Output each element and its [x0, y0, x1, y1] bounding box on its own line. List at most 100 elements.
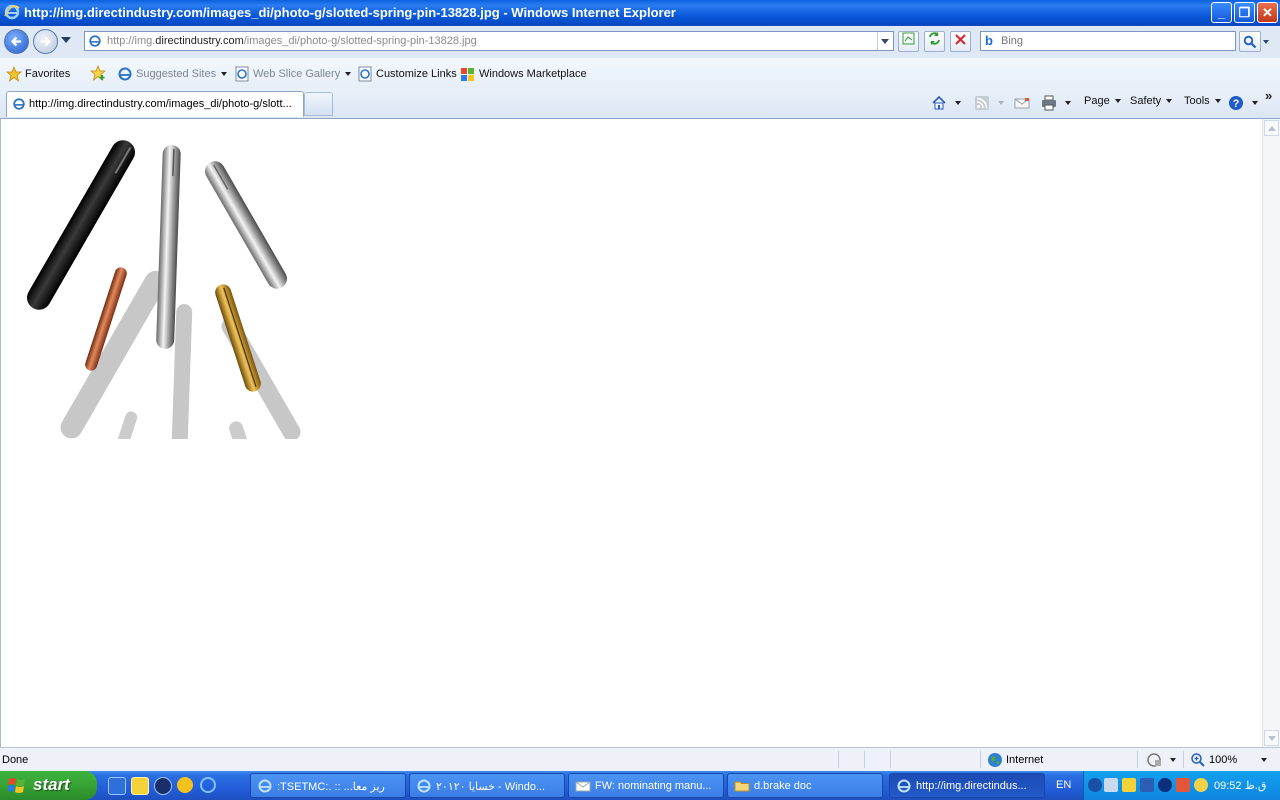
- caret-down-icon: [1252, 101, 1258, 105]
- search-input[interactable]: [1001, 33, 1221, 49]
- ie-icon: [897, 779, 911, 793]
- zoom-control[interactable]: 100%: [1190, 752, 1268, 768]
- quicklaunch-media-player-icon[interactable]: [154, 777, 172, 795]
- read-mail-button[interactable]: [1014, 95, 1033, 111]
- taskbar-button-tsetmc[interactable]: :TSETMC:. :: ...ریز معا: [250, 773, 406, 798]
- safety-menu[interactable]: Safety: [1130, 95, 1173, 107]
- ie-page-icon: [358, 66, 372, 82]
- search-icon: [1243, 35, 1257, 49]
- forward-button[interactable]: [33, 29, 58, 54]
- address-dropdown-icon[interactable]: [877, 32, 893, 50]
- page-content: [0, 119, 1262, 747]
- add-to-favorites-bar-button[interactable]: [90, 65, 109, 81]
- bing-icon: b: [985, 33, 993, 48]
- page-icon: [13, 98, 25, 110]
- clock[interactable]: 09:52 ق.ظ: [1214, 779, 1266, 792]
- customize-links-link[interactable]: Customize Links: [357, 66, 457, 82]
- status-bar: Done Internet 100%: [0, 747, 1280, 771]
- scroll-down-arrow-icon[interactable]: [1264, 730, 1279, 746]
- start-label: start: [33, 775, 70, 794]
- add-favorite-star-icon: [90, 65, 106, 81]
- search-box[interactable]: b: [980, 31, 1236, 51]
- vertical-scrollbar[interactable]: [1262, 119, 1280, 747]
- stop-icon: [955, 34, 966, 45]
- search-button[interactable]: [1239, 31, 1261, 52]
- taskbar-button-ie-window[interactable]: خسایا ۲۰۱۲۰ - Windo...: [409, 773, 565, 798]
- close-window-button[interactable]: ✕: [1257, 2, 1278, 23]
- security-zone[interactable]: Internet: [987, 752, 1043, 768]
- refresh-button[interactable]: [924, 31, 945, 52]
- tray-app-icon[interactable]: [1140, 778, 1154, 792]
- back-button[interactable]: [4, 29, 29, 54]
- status-divider: [980, 751, 981, 768]
- quicklaunch-ie-icon[interactable]: [200, 777, 216, 793]
- language-indicator[interactable]: EN: [1056, 779, 1071, 791]
- caret-down-icon: [1114, 99, 1121, 104]
- quicklaunch-messenger-icon[interactable]: [131, 777, 149, 795]
- print-button[interactable]: [1041, 95, 1071, 111]
- tray-security-icon[interactable]: [1176, 778, 1190, 792]
- svg-text:?: ?: [1233, 98, 1240, 110]
- quicklaunch-outlook-icon[interactable]: [108, 777, 126, 795]
- refresh-icon: [929, 32, 940, 45]
- status-divider: [838, 751, 839, 768]
- compatibility-view-button[interactable]: [898, 31, 919, 52]
- taskbar: start :TSETMC:. :: ...ریز معا خسایا ۲۰۱۲…: [0, 771, 1280, 800]
- silver-spring-pin: [205, 161, 287, 289]
- status-divider: [1137, 751, 1138, 768]
- caret-down-icon: [1166, 99, 1173, 104]
- tab-row: http://img.directindustry.com/images_di/…: [0, 88, 1280, 119]
- tray-wireless-icon[interactable]: [1194, 778, 1208, 792]
- tab-current[interactable]: http://img.directindustry.com/images_di/…: [6, 91, 304, 117]
- caret-down-icon: [345, 72, 352, 76]
- recent-pages-dropdown-icon[interactable]: [61, 37, 71, 43]
- page-menu[interactable]: Page: [1084, 95, 1121, 107]
- folder-icon: [734, 781, 750, 792]
- restore-button[interactable]: ❐: [1234, 2, 1255, 23]
- caret-down-icon: [1065, 101, 1071, 105]
- stop-button[interactable]: [950, 31, 971, 52]
- tray-network-icon[interactable]: [1104, 778, 1118, 792]
- tools-menu[interactable]: Tools: [1184, 95, 1221, 107]
- page-icon: [89, 35, 101, 47]
- tray-messenger-icon[interactable]: [1122, 778, 1136, 792]
- web-slice-gallery-link[interactable]: Web Slice Gallery: [234, 66, 352, 82]
- quicklaunch-smiley-icon[interactable]: [177, 777, 193, 793]
- caret-down-icon: [221, 72, 228, 76]
- mail-envelope-icon: [575, 781, 591, 792]
- address-bar[interactable]: http://img.directindustry.com/images_di/…: [84, 31, 894, 51]
- system-tray: 09:52 ق.ظ: [1083, 771, 1280, 800]
- feeds-button[interactable]: [974, 95, 1004, 111]
- windows-marketplace-link[interactable]: Windows Marketplace: [460, 66, 587, 82]
- protected-mode-button[interactable]: [1146, 752, 1176, 768]
- ie-icon: [417, 779, 431, 793]
- start-button[interactable]: start: [0, 771, 97, 800]
- star-icon: [6, 66, 22, 82]
- caret-down-icon: [955, 101, 961, 105]
- ie-icon: [258, 779, 272, 793]
- ie-logo-icon: [4, 4, 20, 20]
- favorites-button[interactable]: Favorites: [6, 66, 70, 82]
- globe-icon: [988, 753, 1002, 767]
- ie-page-icon: [235, 66, 249, 82]
- minimize-button[interactable]: _: [1211, 2, 1232, 23]
- home-button[interactable]: [931, 95, 961, 111]
- caret-down-icon: [1261, 758, 1268, 762]
- more-commands-chevron-icon[interactable]: »: [1265, 88, 1272, 103]
- status-divider: [890, 751, 891, 768]
- taskbar-button-outlook[interactable]: FW: nominating manu...: [568, 773, 724, 798]
- taskbar-button-folder[interactable]: d.brake doc: [727, 773, 883, 798]
- home-icon: [932, 95, 946, 110]
- tab-title: http://img.directindustry.com/images_di/…: [29, 98, 292, 110]
- help-menu[interactable]: ?: [1228, 95, 1258, 111]
- search-options-dropdown-icon[interactable]: [1263, 40, 1269, 44]
- new-tab-button[interactable]: [304, 92, 333, 116]
- protected-mode-icon: [1147, 753, 1161, 767]
- tray-bluetooth-icon[interactable]: [1158, 778, 1172, 792]
- tray-expand-icon[interactable]: [1088, 778, 1102, 792]
- suggested-sites-link[interactable]: Suggested Sites: [117, 66, 228, 82]
- status-divider: [1183, 751, 1184, 768]
- taskbar-button-current-ie[interactable]: http://img.directindus...: [889, 773, 1045, 798]
- forward-arrow-icon: [41, 36, 52, 47]
- scroll-up-arrow-icon[interactable]: [1264, 120, 1279, 136]
